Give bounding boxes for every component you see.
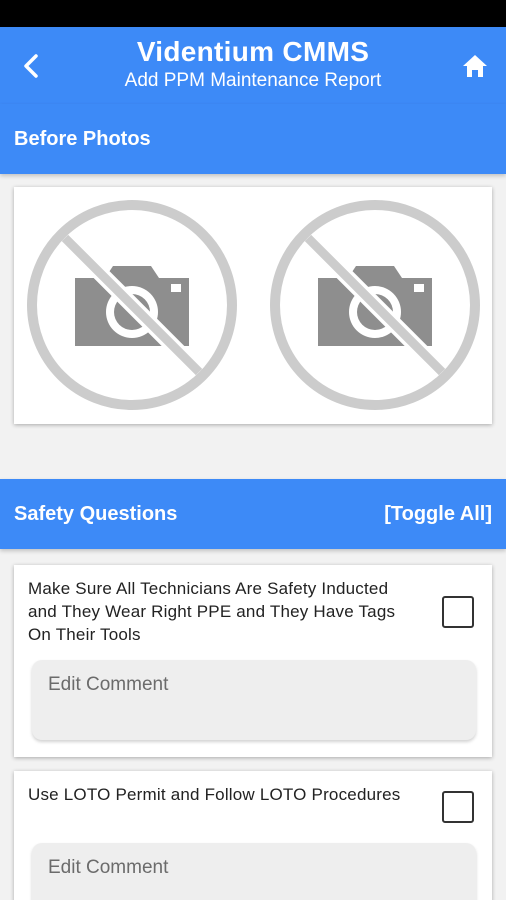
back-button[interactable] xyxy=(14,49,48,83)
safety-question-card: Make Sure All Technicians Are Safety Ind… xyxy=(14,565,492,757)
no-photo-icon xyxy=(27,200,237,410)
no-photo-icon xyxy=(270,200,480,410)
comment-input[interactable] xyxy=(32,660,476,740)
home-button[interactable] xyxy=(458,49,492,83)
question-text: Use LOTO Permit and Follow LOTO Procedur… xyxy=(28,785,401,804)
app-title: Videntium CMMS xyxy=(136,36,370,67)
question-checkbox[interactable] xyxy=(442,596,474,628)
safety-questions-title: Safety Questions xyxy=(14,502,178,525)
toggle-all-button[interactable]: [Toggle All] xyxy=(384,503,492,526)
before-photos-title: Before Photos xyxy=(14,127,151,150)
status-bar xyxy=(0,0,506,27)
app-bar: Videntium CMMS Add PPM Maintenance Repor… xyxy=(0,27,506,104)
safety-questions-header: Safety Questions [Toggle All] xyxy=(0,479,506,549)
photo-slot-2[interactable] xyxy=(268,198,482,412)
before-photos-header: Before Photos xyxy=(0,104,506,174)
chevron-left-icon xyxy=(24,54,38,78)
question-text: Make Sure All Technicians Are Safety Ind… xyxy=(28,579,396,644)
before-photos-card xyxy=(14,187,492,424)
app-subtitle: Add PPM Maintenance Report xyxy=(124,70,382,91)
question-checkbox[interactable] xyxy=(442,791,474,823)
photo-slot-1[interactable] xyxy=(25,198,239,412)
comment-input[interactable] xyxy=(32,843,476,900)
home-icon xyxy=(463,55,487,77)
safety-question-card: Use LOTO Permit and Follow LOTO Procedur… xyxy=(14,771,492,900)
